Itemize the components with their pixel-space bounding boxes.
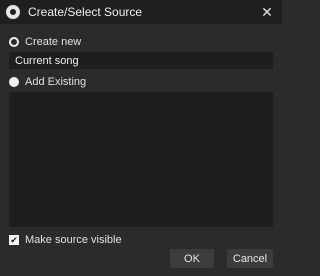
- source-name-input[interactable]: [9, 52, 273, 69]
- make-visible-checkbox[interactable]: ✔: [9, 235, 19, 245]
- existing-sources-list[interactable]: [9, 92, 273, 227]
- create-new-option[interactable]: Create new: [9, 36, 81, 48]
- create-new-label: Create new: [25, 36, 82, 48]
- window-title: Create/Select Source: [28, 5, 143, 19]
- close-button[interactable]: ✕: [252, 0, 282, 24]
- cancel-button[interactable]: Cancel: [227, 249, 273, 268]
- obs-logo-icon: [6, 5, 20, 19]
- checkmark-icon: ✔: [10, 235, 18, 245]
- make-visible-option[interactable]: ✔ Make source visible: [9, 234, 122, 246]
- create-new-radio[interactable]: [9, 37, 19, 47]
- add-existing-label: Add Existing: [25, 76, 87, 88]
- close-icon: ✕: [261, 3, 273, 20]
- add-existing-radio[interactable]: [9, 77, 19, 87]
- make-visible-label: Make source visible: [25, 234, 122, 246]
- title-bar: Create/Select Source ✕: [0, 0, 282, 24]
- ok-button[interactable]: OK: [170, 249, 214, 268]
- add-existing-option[interactable]: Add Existing: [9, 76, 86, 88]
